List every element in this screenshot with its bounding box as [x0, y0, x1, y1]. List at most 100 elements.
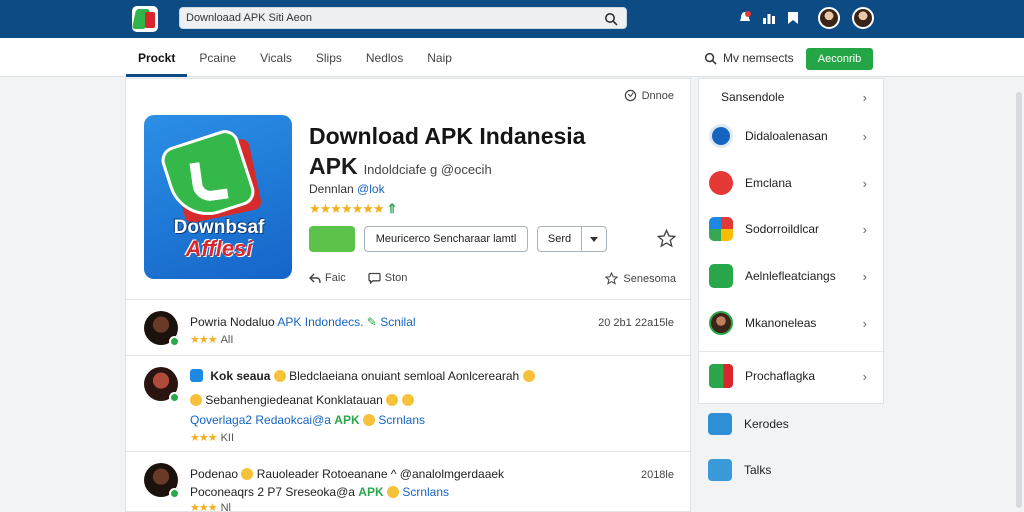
- sidebar-item-label: Mkanoneleas: [745, 316, 817, 330]
- developer-link[interactable]: @lok: [357, 182, 385, 196]
- language-selector[interactable]: Dnnoe: [624, 89, 674, 102]
- smile-icon: [522, 370, 535, 382]
- divider: [126, 451, 690, 452]
- developer-prefix: Dennlan: [309, 182, 354, 196]
- split-button-label[interactable]: Serd: [538, 227, 582, 251]
- sidebar-item-emclana[interactable]: Emclana ›: [699, 165, 885, 201]
- chevron-right-icon: ›: [862, 89, 867, 105]
- review-stars-glyphs: ★★★: [190, 502, 218, 512]
- bookmark-icon[interactable]: [781, 8, 805, 28]
- review-stars: ★★★ KII: [190, 431, 234, 444]
- review-stars: ★★★ AlI: [190, 333, 233, 346]
- review-link-prefix[interactable]: Qoverlaga2 Redaokcai@a: [190, 413, 331, 427]
- comment-action[interactable]: Ston: [368, 272, 408, 284]
- search-box[interactable]: [179, 7, 627, 29]
- split-button[interactable]: Serd: [537, 226, 607, 252]
- review-line-2: Poconeaqrs 2 P7 Sreseoka@a APK Scrnlans: [190, 485, 449, 499]
- reviewer-name[interactable]: Podenao: [190, 467, 238, 481]
- share-label: Senesoma: [623, 272, 676, 285]
- tab-slips[interactable]: Slips: [304, 38, 354, 77]
- review-stars-glyphs: ★★★: [190, 334, 218, 346]
- reply-icon: [309, 273, 321, 283]
- flag-app-icon: [709, 364, 733, 388]
- tab-pcaine[interactable]: Pcaine: [187, 38, 248, 77]
- clock-icon: [709, 124, 733, 148]
- sidebar-item-sansendole[interactable]: Sansendole ›: [699, 79, 885, 115]
- secondary-button[interactable]: Meuricerco Sencharaar lamtl: [364, 226, 528, 252]
- nav-search-label: Mv nemsects: [723, 51, 794, 65]
- sidebar-item-talks[interactable]: Talks: [698, 452, 884, 488]
- smile-icon: [386, 486, 399, 498]
- review-suffix: Scrnlans: [402, 485, 450, 499]
- sidebar-item-prochaflagka[interactable]: Prochaflagka ›: [699, 358, 885, 394]
- reply-action[interactable]: Faic: [309, 272, 346, 284]
- app-icon-text-bottom: Afflesi: [185, 236, 253, 261]
- chevron-down-icon[interactable]: [582, 227, 606, 251]
- app-subtitle: Indoldciafe g @ocecih: [363, 162, 492, 177]
- review-date: 2018le: [640, 469, 674, 481]
- scrollbar[interactable]: [1016, 92, 1022, 508]
- review-item: Powria Nodaluo APK Indondecs. ✎ Scnilal …: [144, 311, 674, 351]
- chevron-right-icon: ›: [862, 315, 867, 331]
- review-stars-glyphs: ★★★: [190, 432, 218, 444]
- app-title: Download APK Indanesia: [309, 123, 586, 149]
- tab-naip[interactable]: Naip: [415, 38, 464, 77]
- comment-icon: [368, 272, 381, 284]
- favorite-star-icon[interactable]: [657, 229, 676, 248]
- search-input[interactable]: [186, 10, 586, 26]
- avatar-icon: [709, 311, 733, 335]
- review-header: Powria Nodaluo APK Indondecs. ✎ Scnilal: [190, 315, 416, 329]
- sidebar-item-label: Sodorroildlcar: [745, 222, 820, 236]
- sidebar-lower: Kerodes Talks: [698, 404, 884, 512]
- review-line-1: Kok seaua Bledclaeiana onuiant semloal A…: [190, 369, 535, 383]
- search-icon[interactable]: [604, 12, 618, 26]
- review-stars-text: AlI: [220, 334, 234, 346]
- sidebar-item-sodorroildlcar[interactable]: Sodorroildlcar ›: [699, 211, 885, 247]
- smile-icon: [190, 394, 202, 406]
- app-title-apk: APK: [309, 153, 358, 179]
- review-stars-text: Nl: [220, 502, 231, 512]
- chevron-right-icon: ›: [862, 221, 867, 237]
- smile-icon: [241, 468, 254, 480]
- reviewer-avatar[interactable]: [144, 367, 180, 403]
- notification-icon[interactable]: [733, 8, 757, 28]
- primary-action-button[interactable]: Aeconrib: [806, 48, 873, 70]
- smile-icon: [273, 370, 286, 382]
- chevron-right-icon: ›: [862, 175, 867, 191]
- sidebar-item-label: Kerodes: [744, 417, 789, 431]
- account-avatar[interactable]: [852, 7, 874, 29]
- share-action[interactable]: Senesoma: [605, 272, 676, 285]
- review-bold: Kok seaua: [210, 369, 271, 383]
- tab-vicals[interactable]: Vicals: [248, 38, 304, 77]
- colorful-app-icon: [709, 217, 733, 241]
- sidebar: Sansendole › Didaloalenasan › Emclana › …: [698, 78, 885, 404]
- sidebar-item-label: Aelnlefleatciangs: [745, 269, 836, 283]
- sidebar-item-label: Emclana: [745, 176, 792, 190]
- tab-prockt[interactable]: Prockt: [126, 38, 188, 77]
- user-avatar[interactable]: [818, 7, 840, 29]
- reply-label: Faic: [325, 272, 346, 284]
- top-bar: [0, 0, 1024, 38]
- tab-nedlos[interactable]: Nedlos: [354, 38, 415, 77]
- sidebar-item-label: Talks: [744, 463, 772, 477]
- sidebar-item-aelnlefleatciangs[interactable]: Aelnlefleatciangs ›: [699, 258, 885, 294]
- sidebar-item-kerodes[interactable]: Kerodes: [698, 406, 884, 442]
- review-app-link[interactable]: APK Indondecs.: [277, 315, 363, 329]
- comment-label: Ston: [384, 272, 408, 284]
- sidebar-item-label: Prochaflagka: [745, 369, 816, 383]
- review-stars: ★★★ Nl: [190, 501, 231, 512]
- reviewer-avatar[interactable]: [144, 311, 180, 347]
- app-icon: Downbsaf Afflesi: [144, 115, 292, 279]
- app-logo-icon[interactable]: [132, 6, 158, 32]
- install-button[interactable]: [309, 226, 355, 252]
- nav-search[interactable]: Mv nemsects: [704, 51, 794, 65]
- inbox-icon: [708, 413, 732, 435]
- review-link-suffix: Scrnlans: [378, 413, 425, 427]
- sidebar-item-mkanoneleas[interactable]: Mkanoneleas ›: [699, 305, 885, 341]
- sidebar-item-didaloalenasan[interactable]: Didaloalenasan ›: [699, 118, 885, 154]
- chevron-right-icon: ›: [862, 128, 867, 144]
- reviewer-avatar[interactable]: [144, 463, 180, 499]
- reviewer-name[interactable]: Powria Nodaluo: [190, 315, 275, 329]
- star-outline-icon: [605, 272, 619, 285]
- chart-icon[interactable]: [757, 8, 781, 28]
